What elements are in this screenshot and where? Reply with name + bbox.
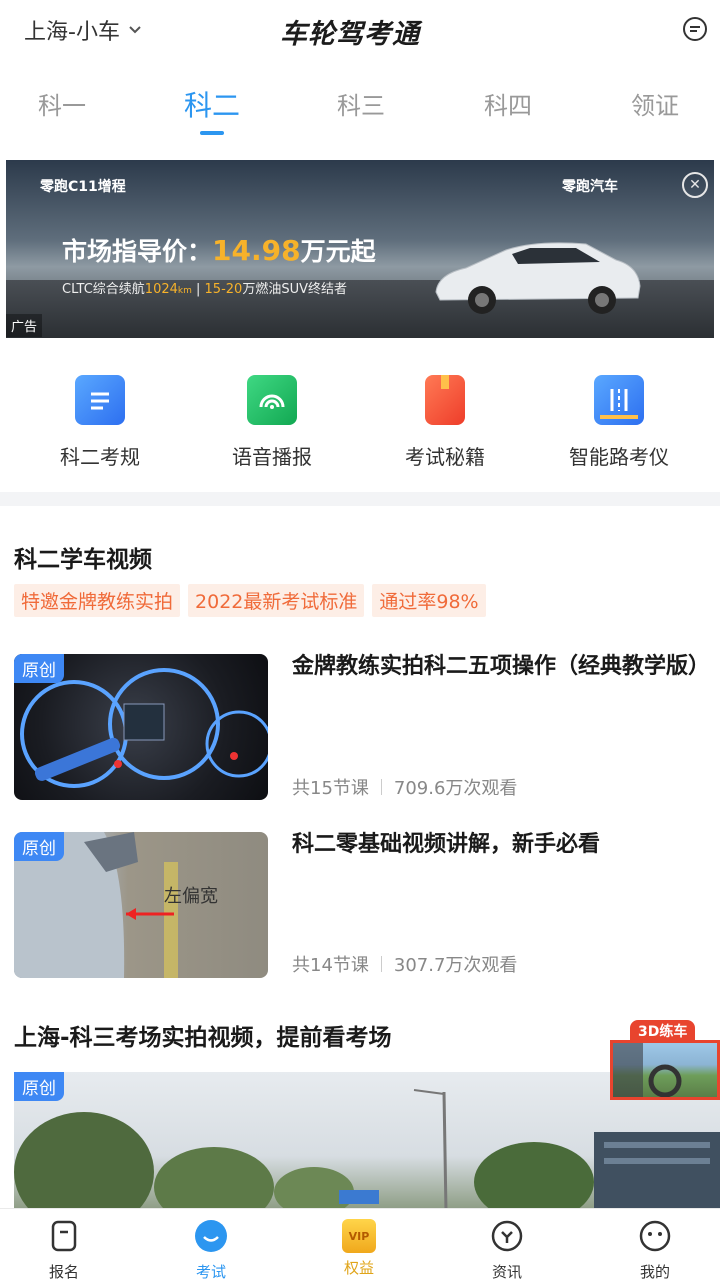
entry-label: 考试秘籍 [405, 445, 485, 469]
original-badge: 原创 [14, 654, 64, 683]
video-title[interactable]: 金牌教练实拍科二五项操作（经典教学版） [292, 652, 710, 682]
message-icon[interactable] [682, 16, 708, 42]
entry-voice-broadcast[interactable]: 语音播报 [192, 375, 352, 470]
ad-label: 广告 [6, 314, 43, 337]
tab-ke1[interactable]: 科一 [38, 86, 86, 121]
news-icon [491, 1220, 523, 1252]
nav-signup[interactable]: 报名 [24, 1219, 104, 1280]
rules-doc-icon [75, 375, 125, 425]
view-count: 709.6万次观看 [393, 778, 518, 799]
nav-label: 报名 [48, 1263, 79, 1280]
price-value: 14.98 [212, 234, 301, 267]
spec-prefix: CLTC综合续航 [62, 282, 145, 297]
banner-brand-right: 零跑汽车 [562, 179, 618, 195]
vip-badge: VIP [348, 1229, 370, 1243]
nav-label: 权益 [343, 1259, 374, 1277]
active-tab-indicator [200, 131, 224, 135]
video-thumbnail[interactable]: 左偏宽 原创 [14, 832, 268, 978]
spec-mid: 15-20 [204, 282, 243, 297]
entry-road-test-device[interactable]: 智能路考仪 [539, 375, 699, 470]
video-thumbnail[interactable]: 原创 [14, 654, 268, 800]
original-badge: 原创 [14, 832, 64, 861]
entry-label: 智能路考仪 [569, 445, 669, 469]
entry-ke2-rules[interactable]: 科二考规 [20, 375, 180, 470]
entry-label: 语音播报 [232, 445, 312, 469]
chevron-down-icon [129, 26, 141, 34]
spec-suffix: 万燃油SUV终结者 [242, 282, 347, 297]
app-logo: 车轮驾考通 [280, 19, 420, 50]
tag-coach: 特邀金牌教练实拍 [14, 584, 181, 617]
section-divider [0, 492, 720, 506]
exam-icon [195, 1220, 227, 1252]
banner-price: 市场指导价：14.98万元起 [62, 232, 376, 268]
bottom-navigation: 报名 考试 VIP 权益 资讯 我的 [0, 1208, 720, 1280]
city-label: 上海-小车 [24, 20, 120, 45]
vip-crown-icon: VIP [342, 1219, 376, 1253]
nav-news[interactable]: 资讯 [467, 1219, 547, 1280]
float-ad-label: 3D练车 [630, 1020, 696, 1042]
car-image [435, 242, 641, 314]
tab-ke3[interactable]: 科三 [337, 86, 385, 121]
nav-exam[interactable]: 考试 [171, 1219, 251, 1280]
nav-label: 资讯 [491, 1263, 522, 1280]
voice-broadcast-icon [247, 375, 297, 425]
tag-pass-rate: 通过率98% [372, 584, 486, 617]
banner-brand-left: 零跑C11增程 [40, 179, 126, 195]
spec-unit: km [177, 286, 192, 296]
city-selector[interactable]: 上海-小车 [24, 14, 142, 46]
banner-spec: CLTC综合续航1024km | 15-20万燃油SUV终结者 [62, 282, 347, 297]
signup-icon [51, 1220, 77, 1252]
video-meta: 共15节课 709.6万次观看 [292, 774, 517, 800]
tab-license[interactable]: 领证 [631, 86, 679, 121]
float-ad-image [610, 1040, 720, 1100]
floating-3d-practice-ad[interactable]: 3D练车 [610, 1020, 720, 1100]
nav-label: 考试 [195, 1263, 226, 1280]
meta-separator [380, 956, 382, 972]
tab-ke2[interactable]: 科二 [184, 84, 240, 124]
video-meta: 共14节课 307.7万次观看 [292, 951, 517, 977]
nav-label: 我的 [639, 1263, 670, 1280]
banner-close-icon[interactable]: ✕ [682, 172, 708, 198]
video-title[interactable]: 科二零基础视频讲解，新手必看 [292, 830, 706, 860]
entry-label: 科二考规 [60, 445, 140, 469]
tag-standard: 2022最新考试标准 [188, 584, 365, 617]
tab-ke4[interactable]: 科四 [484, 86, 532, 121]
section-title-exam-site: 上海-科三考场实拍视频，提前看考场 [14, 1025, 392, 1051]
entry-exam-secrets[interactable]: 考试秘籍 [365, 375, 525, 470]
thumbnail-overlay-text: 左偏宽 [164, 886, 218, 907]
video-tags: 特邀金牌教练实拍 2022最新考试标准 通过率98% [14, 584, 486, 617]
original-badge: 原创 [14, 1072, 64, 1101]
road-test-device-icon [594, 375, 644, 425]
nav-benefits[interactable]: VIP 权益 [319, 1219, 399, 1278]
subject-tabs: 科一 科二 科三 科四 领证 [0, 80, 720, 140]
lesson-count: 共14节课 [292, 955, 369, 976]
nav-profile[interactable]: 我的 [615, 1219, 695, 1280]
secret-book-icon [425, 375, 465, 425]
section-title-videos: 科二学车视频 [14, 547, 152, 573]
price-suffix: 万元起 [300, 237, 376, 266]
meta-separator [380, 779, 382, 795]
view-count: 307.7万次观看 [393, 955, 518, 976]
lesson-count: 共15节课 [292, 778, 369, 799]
spec-range: 1024 [144, 282, 178, 297]
profile-icon [639, 1220, 671, 1252]
price-prefix: 市场指导价： [62, 237, 213, 266]
ad-banner[interactable]: 零跑C11增程 零跑汽车 ✕ 市场指导价：14.98万元起 CLTC综合续航10… [6, 160, 714, 338]
